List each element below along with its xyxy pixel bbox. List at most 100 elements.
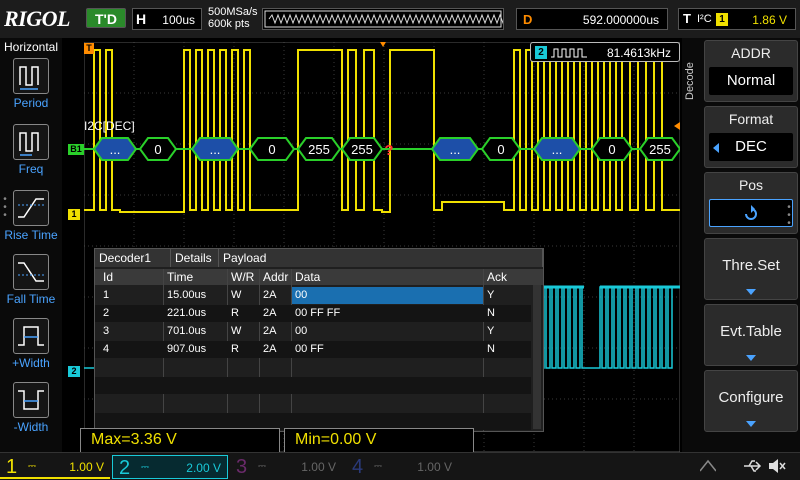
bus-value-4: 255	[308, 142, 330, 157]
fall-time-label: Fall Time	[6, 292, 56, 306]
table-row-empty	[95, 359, 531, 376]
rise-time-label: Rise Time	[4, 228, 58, 242]
sample-rate: 500MSa/s	[208, 6, 258, 18]
minus-width-label: -Width	[13, 420, 49, 434]
pos-value	[709, 199, 793, 227]
event-table-label: Evt.Table	[720, 323, 782, 340]
trigger-source-badge: 1	[716, 13, 728, 26]
trigger-box[interactable]: T I²C 1 1.86 V	[678, 8, 796, 30]
cell-time: 15.00us	[167, 289, 207, 301]
table-row-empty	[95, 395, 531, 412]
measure-minus-width-button[interactable]: -Width	[0, 382, 62, 434]
horizontal-measure-sidebar: Horizontal Period Freq Rise Time Fall Ti…	[0, 38, 62, 452]
cell-addr: 2A	[263, 289, 277, 301]
addr-value: Normal	[709, 67, 793, 95]
bus-value-error: ?	[384, 142, 393, 159]
speaker-icon[interactable]	[766, 457, 788, 478]
format-button[interactable]: Format DEC	[704, 106, 798, 168]
channel-bar: 1 ⎓ 1.00 V 2 ⎓ 2.00 V 3 ⎓ 1.00 V 4 ⎓ 1.0…	[0, 452, 800, 480]
table-row[interactable]: 2 221.0us R 2A 00 FF FF N	[95, 305, 531, 322]
threshold-set-button[interactable]: Thre.Set	[704, 238, 798, 300]
table-row-empty	[95, 377, 531, 394]
pos-button[interactable]: Pos	[704, 172, 798, 234]
tab-details[interactable]: Details	[171, 249, 219, 267]
positive-width-icon	[13, 318, 49, 354]
measure-max[interactable]: Max=3.36 V	[80, 428, 280, 452]
chevron-down-icon	[746, 421, 756, 427]
tab-decoder1[interactable]: Decoder1	[95, 249, 171, 267]
cell-id: 3	[103, 325, 110, 337]
trigger-key: T	[683, 11, 691, 26]
ch4-scale: 1.00 V	[417, 460, 452, 474]
negative-width-icon	[13, 382, 49, 418]
event-table-button[interactable]: Evt.Table	[704, 304, 798, 366]
bus-value-1: 0	[154, 142, 161, 157]
frequency-readout: 2 81.4613kHz	[530, 42, 680, 62]
freq-label: Freq	[18, 162, 44, 176]
table-scrollbar[interactable]	[533, 285, 541, 429]
tab-payload[interactable]: Payload	[219, 249, 543, 267]
decoder-tabs: Decoder1 Details Payload	[95, 249, 543, 267]
cell-wr: R	[231, 307, 239, 319]
cell-wr: W	[231, 289, 242, 301]
measure-plus-width-button[interactable]: +Width	[0, 318, 62, 370]
trigger-status-badge: T'D	[86, 8, 126, 28]
ch2-number: 2	[119, 457, 131, 479]
ch1-trace	[84, 49, 680, 213]
acquisition-info: 500MSa/s 600k pts	[208, 6, 258, 30]
configure-button[interactable]: Configure	[704, 370, 798, 432]
chevron-down-icon	[746, 355, 756, 361]
chevron-down-icon	[746, 289, 756, 295]
usb-icon	[742, 458, 762, 477]
delay-value: 592.000000us	[582, 13, 659, 27]
addr-button[interactable]: ADDR Normal	[704, 40, 798, 102]
decoder-event-table: Decoder1 Details Payload Id Time W/R Add…	[94, 248, 544, 432]
bus-marker[interactable]: B1	[68, 144, 84, 155]
table-row[interactable]: 3 701.0us W 2A 00 Y	[95, 323, 531, 340]
trigger-position-marker[interactable]	[380, 42, 386, 47]
delay-box[interactable]: D 592.000000us	[516, 8, 668, 30]
measure-period-button[interactable]: Period	[0, 58, 62, 110]
timebase-box[interactable]: H 100us	[132, 8, 202, 30]
col-addr: Addr	[263, 270, 289, 284]
channel-1-button[interactable]: 1 ⎓ 1.00 V	[0, 455, 110, 479]
cell-data: 00 FF FF	[295, 307, 341, 319]
channel-3-button[interactable]: 3 ⎓ 1.00 V	[230, 455, 342, 479]
cell-ack: Y	[487, 325, 495, 337]
trigger-level-marker[interactable]	[674, 122, 680, 130]
i2c-bus-trace: ... 0 ... 0 255 255 ? ... 0 ... 0 255	[84, 137, 680, 161]
col-id: Id	[103, 270, 114, 284]
cell-addr: 2A	[263, 307, 277, 319]
ch3-scale: 1.00 V	[301, 460, 336, 474]
table-row[interactable]: 1 15.00us W 2A 00 Y	[95, 287, 531, 304]
bus-value-2: ...	[210, 142, 221, 157]
ch3-number: 3	[236, 456, 248, 478]
measure-freq-button[interactable]: Freq	[0, 124, 62, 176]
cell-time: 221.0us	[167, 307, 207, 319]
channel-2-button[interactable]: 2 ⎓ 2.00 V	[112, 455, 228, 479]
ch3-coupling-icon: ⎓	[258, 461, 266, 472]
measure-rise-time-button[interactable]: Rise Time	[0, 190, 62, 242]
menu-arrows-icon	[699, 459, 717, 473]
measure-min[interactable]: Min=0.00 V	[284, 428, 474, 452]
fall-time-icon	[13, 254, 49, 290]
decode-menu: Decode ADDR Normal Format DEC Pos Thre.S…	[682, 38, 800, 452]
horizontal-key: H	[136, 11, 147, 27]
ch2-marker[interactable]: 2	[68, 366, 80, 377]
ch1-marker[interactable]: 1	[68, 209, 80, 220]
table-row[interactable]: 4 907.0us R 2A 00 FF N	[95, 341, 531, 358]
format-left-arrow-icon	[713, 143, 719, 153]
measure-fall-time-button[interactable]: Fall Time	[0, 254, 62, 306]
period-label: Period	[13, 96, 49, 110]
ch2-scale: 2.00 V	[186, 461, 221, 475]
memory-overview-waveform-icon	[264, 10, 513, 28]
memory-overview[interactable]	[262, 8, 513, 30]
ch1-coupling-icon: ⎓	[28, 461, 36, 472]
protocol-label: I2C[DEC]	[84, 119, 135, 133]
col-data: Data	[295, 270, 321, 284]
top-status-bar: RIGOL T'D H 100us 500MSa/s 600k pts D 59…	[0, 0, 800, 38]
frequency-icon	[13, 124, 49, 160]
channel-4-button[interactable]: 4 ⎓ 1.00 V	[346, 455, 458, 479]
cell-data-selected: 00	[292, 287, 483, 304]
sidebar-title: Horizontal	[3, 40, 59, 54]
